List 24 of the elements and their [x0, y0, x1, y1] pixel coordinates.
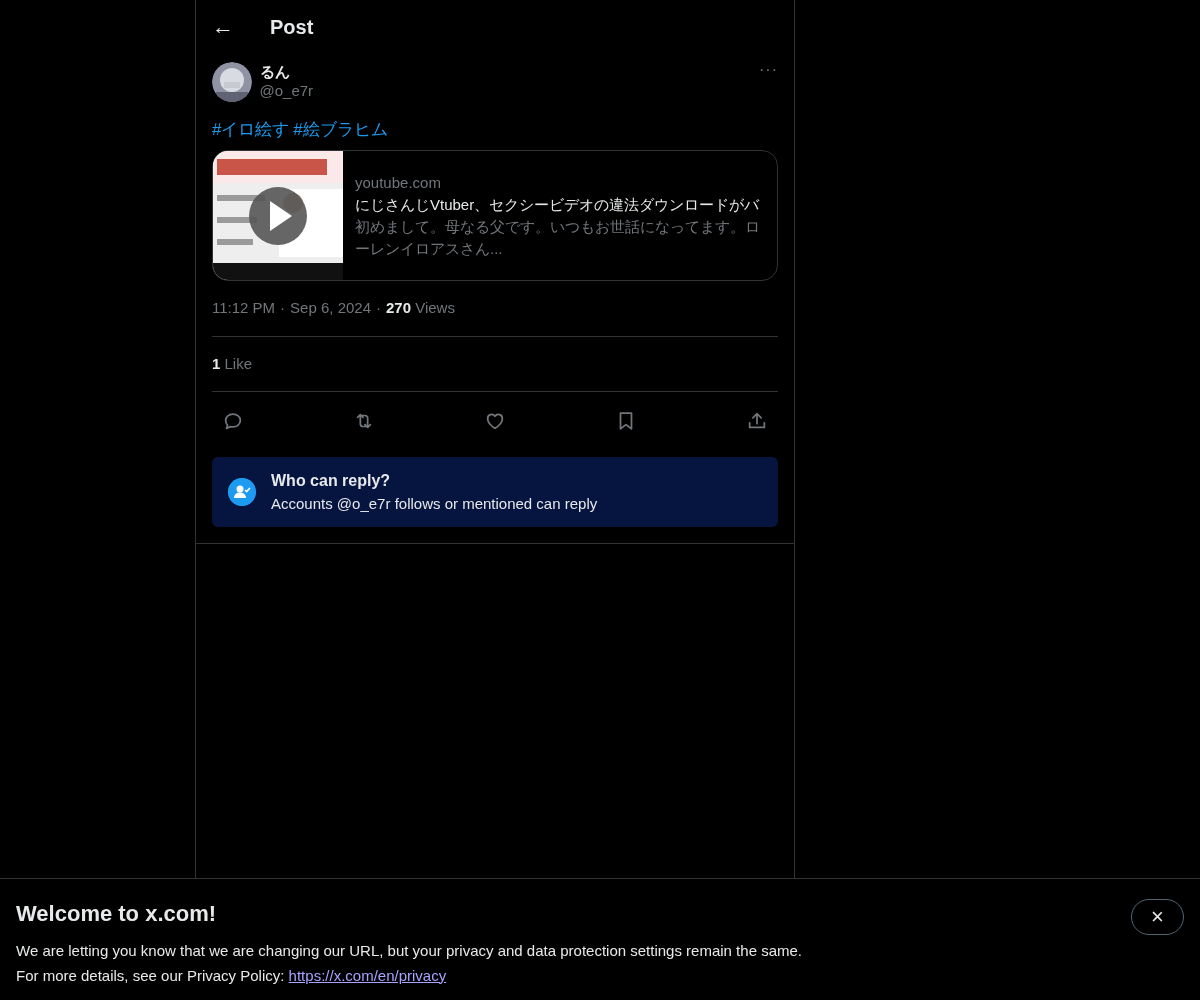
- link-card[interactable]: youtube.com にじさんじVtuber、セクシービデオの違法ダウンロードがバ 初めまして。母なる父です。いつもお世話になってます。ローレンイロアスさん...: [212, 150, 778, 281]
- hashtag-link[interactable]: #イロ絵す: [212, 117, 290, 143]
- like-count[interactable]: 1 Like: [212, 354, 253, 372]
- privacy-link[interactable]: https://x.com/en/privacy: [288, 966, 447, 984]
- notice-title: Who can reply?: [271, 470, 392, 491]
- link-title: にじさんじVtuber、セクシービデオの違法ダウンロードがバ: [355, 194, 761, 215]
- author-name[interactable]: るん: [259, 62, 759, 81]
- link-description: 初めまして。母なる父です。いつもお世話になってます。ローレンイロアスさん...: [355, 216, 761, 259]
- post-time[interactable]: 11:12 PM: [212, 297, 276, 320]
- banner-text: We are letting you know that we are changing our URL, but your privacy and data protection settings remain the same.: [16, 940, 803, 961]
- more-button[interactable]: ···: [759, 62, 778, 78]
- link-domain: youtube.com: [355, 172, 442, 193]
- banner-title: Welcome to x.com!: [16, 900, 217, 928]
- page-title: Post: [270, 15, 314, 40]
- post-date[interactable]: Sep 6, 2024: [290, 297, 371, 320]
- separator-dot: ·: [280, 298, 286, 318]
- view-count: 270 Views: [386, 298, 455, 318]
- back-button[interactable]: ←: [212, 16, 232, 38]
- hashtag-link[interactable]: #絵ブラヒム: [293, 117, 388, 143]
- notice-text: Accounts @o_e7r follows or mentioned can reply: [271, 493, 598, 514]
- separator-dot: ·: [376, 298, 381, 318]
- author-handle[interactable]: @o_e7r: [259, 81, 759, 101]
- person-check-icon: [228, 477, 256, 506]
- banner-text: For more details, see our Privacy Policy:: [16, 966, 285, 984]
